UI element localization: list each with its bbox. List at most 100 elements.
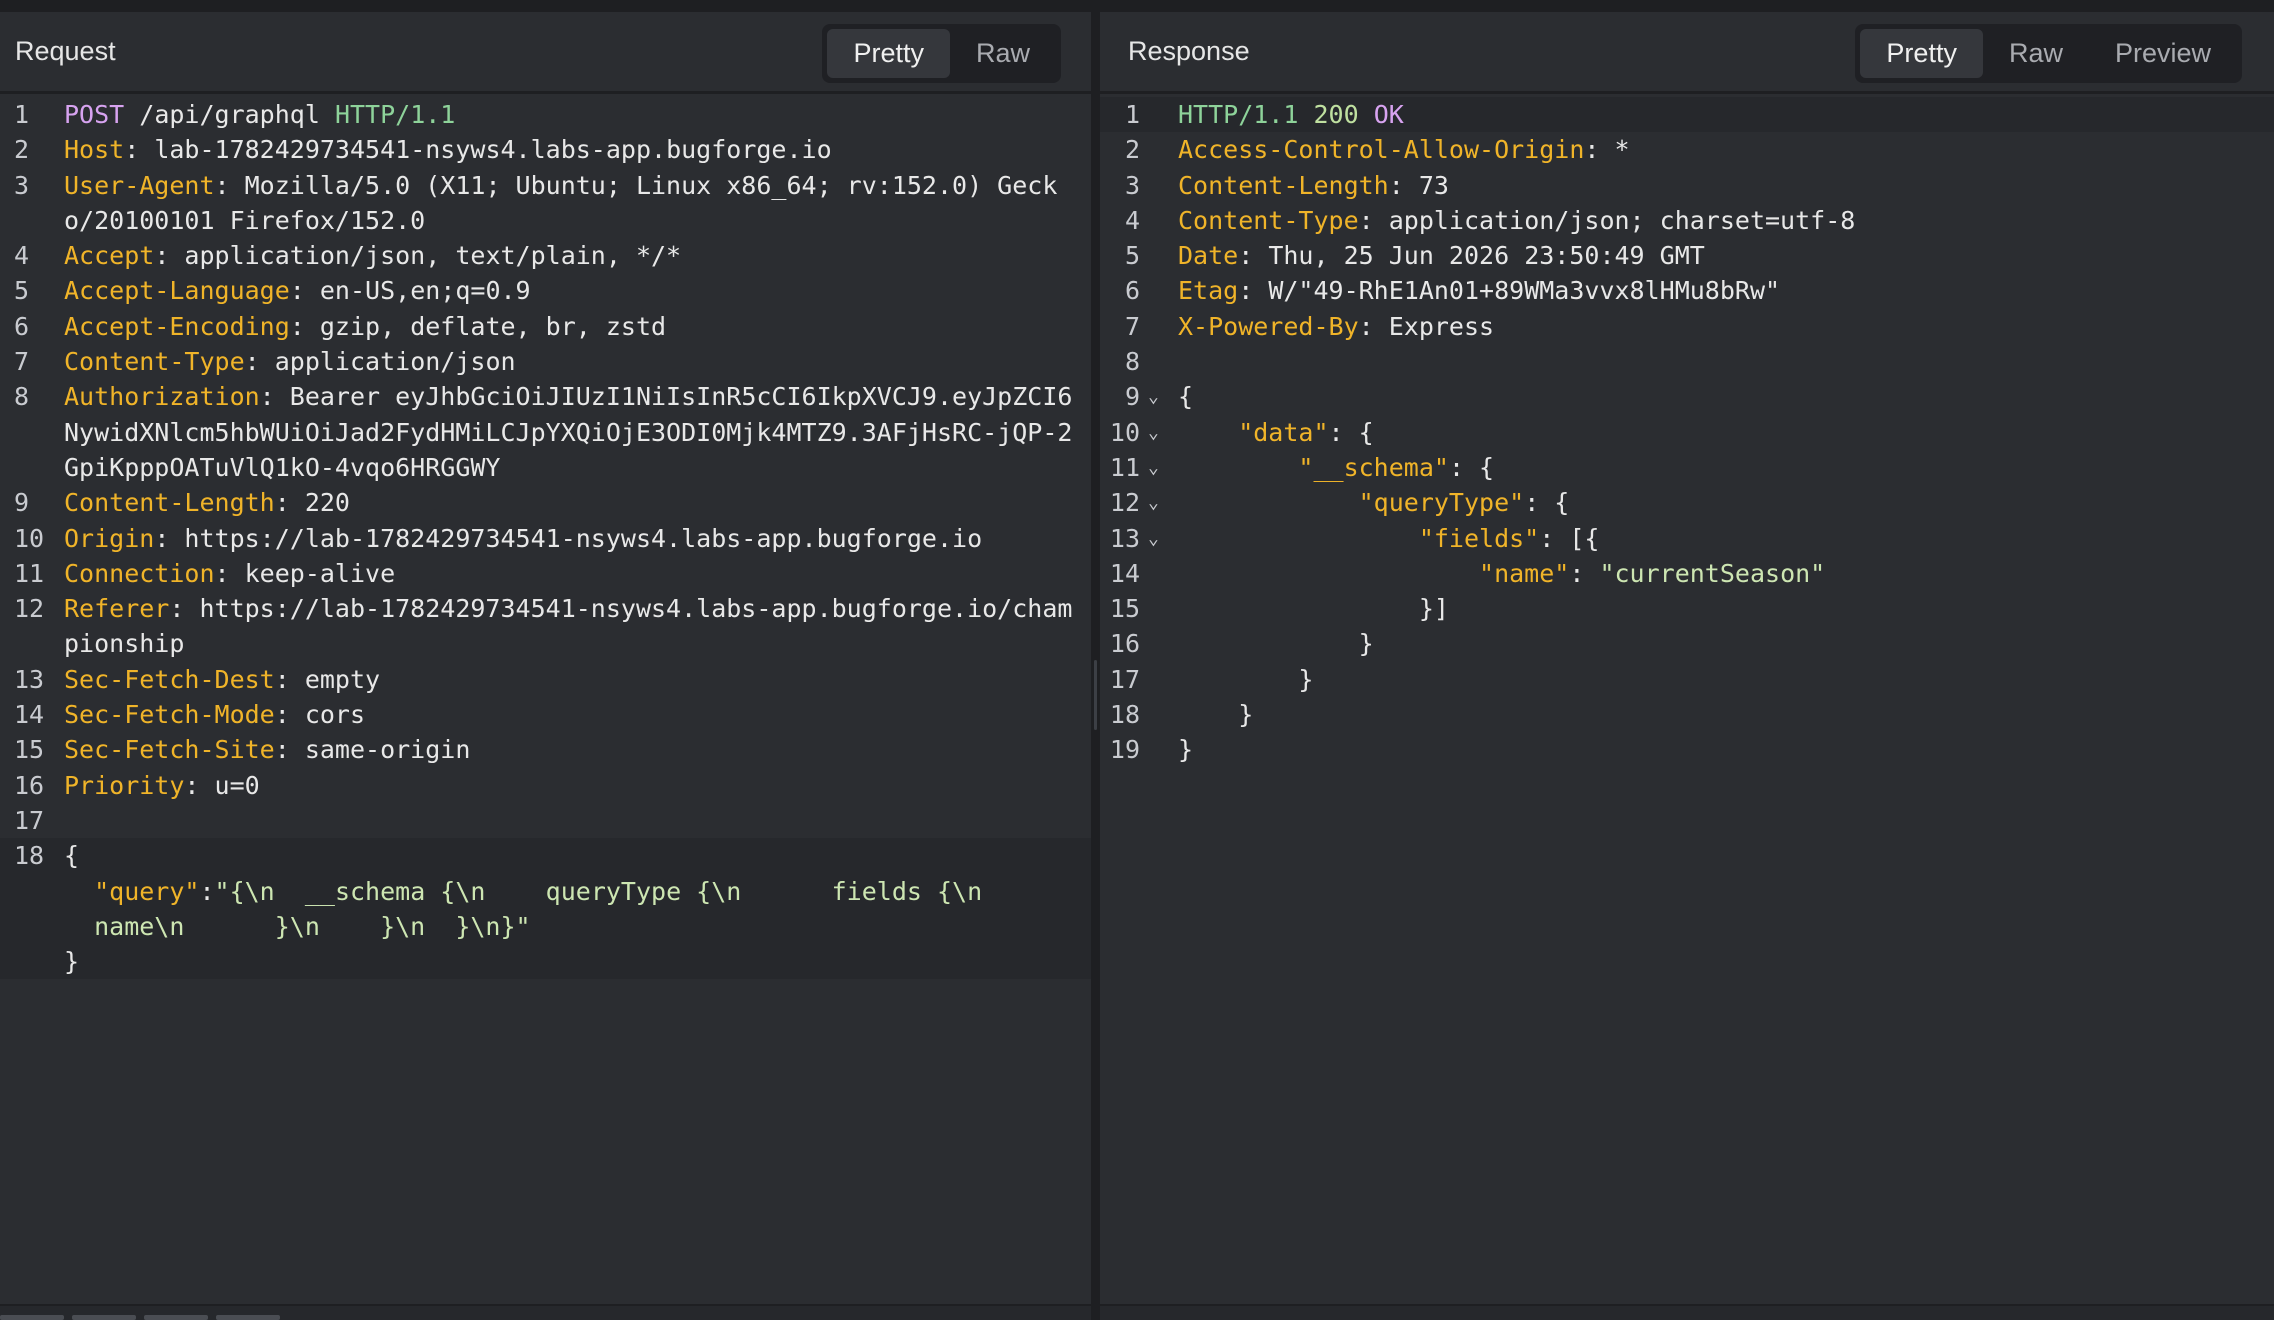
fold-chevron-icon[interactable]: ⌄	[1148, 485, 1159, 520]
bottom-tab-indicator[interactable]	[72, 1315, 136, 1320]
bottom-tab-indicator[interactable]	[216, 1315, 280, 1320]
fold-chevron-icon[interactable]: ⌄	[1148, 415, 1159, 450]
request-horizontal-scrollbar[interactable]	[0, 1304, 1091, 1320]
line-content: Connection: keep-alive	[0, 559, 395, 588]
request-header: Request Pretty Raw	[0, 12, 1091, 94]
request-tab-raw[interactable]: Raw	[950, 29, 1056, 78]
header-key: Connection	[64, 558, 215, 588]
header-value: : [{	[1539, 523, 1600, 553]
line-content: }	[0, 947, 79, 976]
header-key: "fields"	[1178, 523, 1540, 553]
code-line: 15 }]	[1100, 591, 2274, 626]
code-line: NywidXNlcm5hbWUiOiJad2FydHMiLCJpYXQiOjE3…	[0, 415, 1091, 450]
line-content: Accept: application/json, text/plain, */…	[0, 241, 681, 270]
header-value: }	[1178, 700, 1254, 730]
response-header: Response Pretty Raw Preview	[1100, 12, 2274, 94]
line-content: "fields": [{	[1100, 523, 1600, 553]
code-line: 18 }	[1100, 697, 2274, 732]
header-key: Sec-Fetch-Site	[64, 735, 275, 765]
bottom-tab-indicator[interactable]	[0, 1315, 64, 1320]
code-line: 2 Access-Control-Allow-Origin: *	[1100, 132, 2274, 167]
code-line: 14 Sec-Fetch-Mode: cors	[0, 697, 1091, 732]
line-content: Etag: W/"49-RhE1An01+89WMa3vvx8lHMu8bRw"	[1100, 276, 1780, 305]
header-value: : 73	[1388, 170, 1449, 200]
line-content: Referer: https://lab-1782429734541-nsyws…	[0, 594, 1072, 623]
line-content: "data": {	[1100, 417, 1374, 447]
bottom-tab-indicator[interactable]	[144, 1315, 208, 1320]
header-value: : Mozilla/5.0 (X11; Ubuntu; Linux x86_64…	[214, 170, 1058, 200]
response-tab-preview[interactable]: Preview	[2089, 29, 2237, 78]
code-line: 8	[1100, 344, 2274, 379]
line-number: 18	[14, 841, 45, 871]
request-bottom-tabs	[0, 1315, 280, 1320]
header-key: Accept-Language	[64, 276, 290, 306]
response-tab-raw[interactable]: Raw	[1983, 29, 2089, 78]
header-value: : application/json; charset=utf-8	[1358, 205, 1856, 235]
line-number: 1	[14, 100, 30, 129]
line-number: 7	[1124, 311, 1140, 341]
header-value: GpiKpppOATuVlQ1kO-4vqo6HRGGWY	[64, 452, 501, 482]
response-editor[interactable]: 1 HTTP/1.1 200 OK 2 Access-Control-Allow-Or…	[1100, 97, 2274, 1304]
line-content: Access-Control-Allow-Origin: *	[1100, 135, 1630, 164]
code-line: 3 Content-Length: 73	[1100, 168, 2274, 203]
line-number: 5	[14, 276, 30, 306]
json-string: "{\n __schema {\n queryType {\n fields {…	[214, 876, 983, 906]
header-key: "__schema"	[1178, 452, 1449, 482]
header-value: :	[199, 876, 215, 906]
line-content: Accept-Encoding: gzip, deflate, br, zstd	[0, 312, 666, 341]
line-number: 13	[14, 664, 45, 694]
request-editor[interactable]: 1 POST /api/graphql HTTP/1.1 2 Host: lab-17…	[0, 97, 1091, 1304]
header-value: : {	[1328, 417, 1374, 447]
code-line: "query":"{\n __schema {\n queryType {\n …	[0, 873, 1091, 909]
line-content: pionship	[0, 629, 184, 658]
fold-chevron-icon[interactable]: ⌄	[1148, 521, 1159, 556]
code-line: 3 User-Agent: Mozilla/5.0 (X11; Ubuntu; L…	[0, 168, 1091, 203]
header-value: {	[1178, 382, 1194, 412]
response-horizontal-scrollbar[interactable]	[1100, 1304, 2274, 1320]
header-value: : u=0	[184, 770, 260, 800]
header-value: : application/json	[244, 347, 516, 377]
header-value: }	[1178, 664, 1314, 694]
header-key: Access-Control-Allow-Origin	[1178, 135, 1585, 165]
status-code: 200	[1298, 100, 1374, 129]
line-content: Content-Length: 73	[1100, 171, 1449, 200]
splitter-grip[interactable]	[1094, 660, 1097, 730]
header-value: : en-US,en;q=0.9	[289, 276, 531, 306]
fold-chevron-icon[interactable]: ⌄	[1148, 379, 1159, 414]
line-number: 15	[1109, 594, 1140, 624]
line-content: Content-Type: application/json	[0, 347, 516, 376]
line-number: 8	[1124, 347, 1140, 377]
http-protocol: HTTP/1.1	[1178, 100, 1299, 129]
line-number: 3	[14, 170, 30, 200]
fold-chevron-icon[interactable]: ⌄	[1148, 450, 1159, 485]
code-line: 9 Content-Length: 220	[0, 485, 1091, 520]
header-value: : *	[1584, 135, 1630, 165]
line-content: POST /api/graphql HTTP/1.1	[0, 100, 455, 129]
header-value: :	[1569, 558, 1600, 588]
header-value: : W/"49-RhE1An01+89WMa3vvx8lHMu8bRw"	[1238, 276, 1781, 306]
header-key: Accept	[64, 241, 155, 271]
code-line: 16 Priority: u=0	[0, 768, 1091, 803]
line-content: Sec-Fetch-Mode: cors	[0, 700, 365, 729]
line-number: 1	[1124, 100, 1140, 129]
line-content: Content-Type: application/json; charset=…	[1100, 206, 1855, 235]
code-line: 18 {	[0, 838, 1091, 874]
line-content: "__schema": {	[1100, 453, 1494, 482]
line-number: 3	[1124, 170, 1140, 200]
line-content: GpiKpppOATuVlQ1kO-4vqo6HRGGWY	[0, 453, 501, 482]
line-content: }	[1100, 629, 1374, 658]
code-line: 11 Connection: keep-alive	[0, 556, 1091, 591]
request-tab-pretty[interactable]: Pretty	[827, 29, 950, 78]
line-content: Sec-Fetch-Site: same-origin	[0, 735, 470, 764]
line-number: 15	[14, 735, 45, 765]
header-key: Origin	[64, 523, 155, 553]
code-line: 13 ⌄ "fields": [{	[1100, 521, 2274, 556]
line-content: Sec-Fetch-Dest: empty	[0, 665, 380, 694]
header-key: Authorization	[64, 382, 260, 412]
code-line: 11 ⌄ "__schema": {	[1100, 450, 2274, 485]
response-tab-pretty[interactable]: Pretty	[1860, 29, 1983, 78]
code-line: 5 Accept-Language: en-US,en;q=0.9	[0, 273, 1091, 308]
header-key: Referer	[64, 594, 170, 624]
code-line: 2 Host: lab-1782429734541-nsyws4.labs-app…	[0, 132, 1091, 167]
header-value: : 220	[274, 488, 350, 518]
